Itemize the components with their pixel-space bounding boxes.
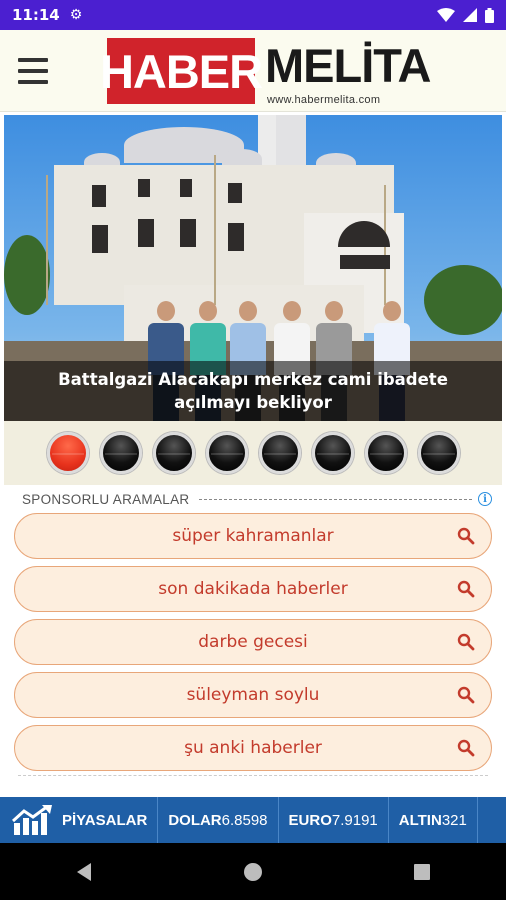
slider-dot-2[interactable]	[99, 432, 142, 474]
ticker-item-dolar[interactable]: DOLAR 6.8598	[158, 797, 279, 843]
slider-dot-7[interactable]	[364, 432, 407, 474]
status-time: 11:14	[12, 6, 60, 24]
divider	[18, 775, 488, 776]
search-suggestion-label: süleyman soylu	[186, 685, 320, 705]
back-icon[interactable]	[64, 852, 104, 892]
slider-pagination	[4, 421, 502, 485]
search-suggestion-label: son dakikada haberler	[158, 579, 348, 599]
logo-brand-black: MELİTA	[265, 39, 431, 92]
sponsored-title: SPONSORLU ARAMALAR	[14, 491, 194, 507]
scaffold	[46, 175, 48, 305]
search-suggestion-label: süper kahramanlar	[172, 526, 334, 546]
search-icon	[457, 686, 475, 704]
home-icon[interactable]	[233, 852, 273, 892]
slider-dot-3[interactable]	[152, 432, 195, 474]
divider	[199, 498, 472, 500]
ticker-value: 7.9191	[331, 811, 378, 829]
slider-dot-8[interactable]	[417, 432, 460, 474]
ticker-value: 6.8598	[221, 811, 268, 829]
tree	[4, 235, 50, 315]
ticker-item-euro[interactable]: EURO 7.9191	[279, 797, 389, 843]
search-suggestion[interactable]: süleyman soylu	[14, 672, 492, 718]
slider-dot-6[interactable]	[311, 432, 354, 474]
site-logo[interactable]: HABER MELİTA www.habermelita.com	[100, 38, 431, 106]
system-navbar	[0, 843, 506, 900]
logo-brand-red: HABER	[100, 38, 263, 104]
ticker-name: DOLAR	[168, 811, 222, 829]
ticker-value: 321	[441, 811, 467, 829]
search-suggestion[interactable]: darbe gecesi	[14, 619, 492, 665]
info-icon[interactable]: i	[478, 492, 492, 506]
search-icon	[457, 580, 475, 598]
slider-caption[interactable]: Battalgazi Alacakapı merkez cami ibadete…	[4, 361, 502, 421]
wifi-icon	[437, 8, 455, 22]
slider-dot-5[interactable]	[258, 432, 301, 474]
search-suggestion[interactable]: süper kahramanlar	[14, 513, 492, 559]
sponsored-searches: SPONSORLU ARAMALAR i süper kahramanlar s…	[14, 487, 492, 787]
gear-icon: ⚙	[69, 7, 83, 23]
ticker-name: EURO	[288, 811, 332, 829]
search-suggestion[interactable]: son dakikada haberler	[14, 566, 492, 612]
search-icon	[457, 633, 475, 651]
logo-url: www.habermelita.com	[267, 94, 381, 106]
market-label-text: PİYASALAR	[62, 811, 148, 829]
battery-icon	[485, 7, 494, 23]
hamburger-icon[interactable]	[18, 58, 48, 84]
search-icon	[457, 527, 475, 545]
news-slider[interactable]: Battalgazi Alacakapı merkez cami ibadete…	[4, 115, 502, 421]
minaret	[276, 115, 306, 165]
app-header: HABER MELİTA www.habermelita.com	[0, 30, 506, 112]
tree	[424, 265, 502, 335]
market-label[interactable]: PİYASALAR	[0, 797, 159, 843]
search-icon	[457, 739, 475, 757]
scaffold	[214, 155, 216, 305]
slider-dot-1[interactable]	[46, 432, 89, 474]
slider-dot-4[interactable]	[205, 432, 248, 474]
recents-icon[interactable]	[402, 852, 442, 892]
search-suggestion-label: darbe gecesi	[198, 632, 308, 652]
market-ticker[interactable]: PİYASALAR DOLAR 6.8598 EURO 7.9191 ALTIN 32…	[0, 797, 506, 843]
status-bar: 11:14 ⚙	[0, 0, 506, 30]
chart-up-icon	[12, 805, 52, 835]
search-suggestion[interactable]: şu anki haberler	[14, 725, 492, 771]
search-suggestion-label: şu anki haberler	[184, 738, 322, 758]
signal-icon	[463, 8, 477, 22]
ticker-name: ALTIN	[398, 811, 442, 829]
ticker-item-altin[interactable]: ALTIN 321	[389, 797, 478, 843]
